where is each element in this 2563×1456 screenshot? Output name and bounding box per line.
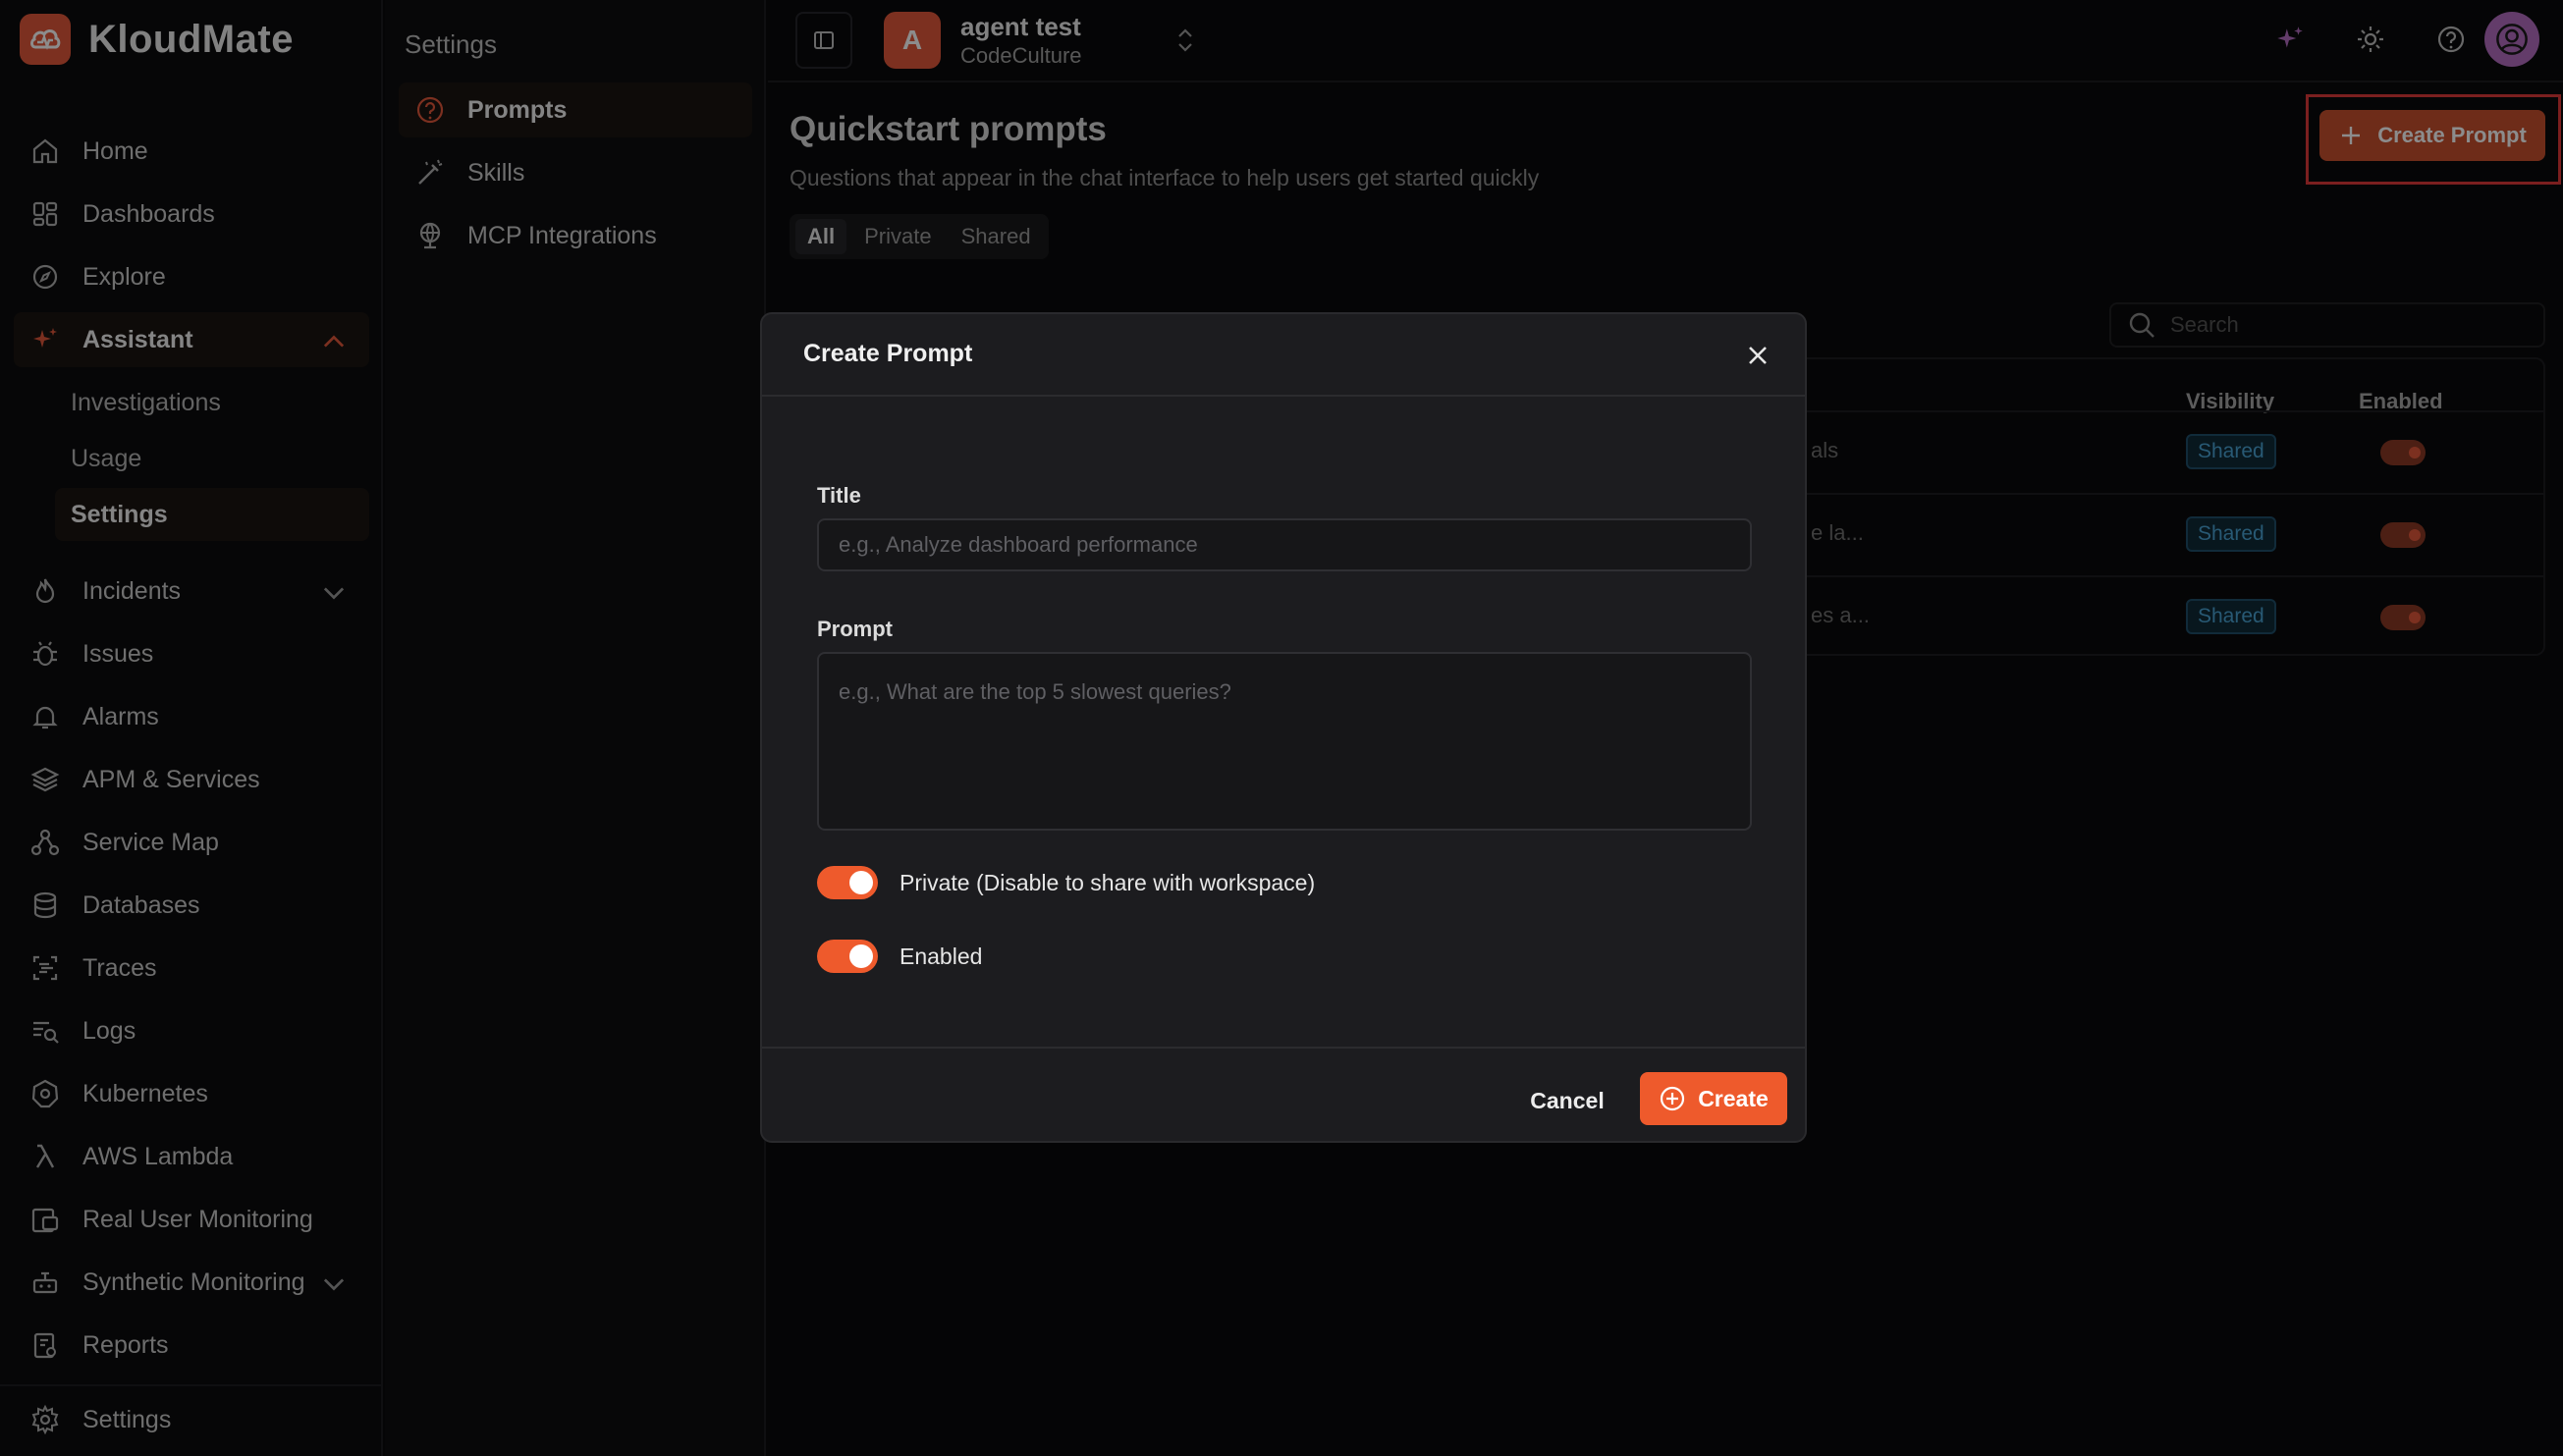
close-icon	[1749, 347, 1767, 364]
private-toggle-label: Private (Disable to share with workspace…	[900, 870, 1316, 895]
close-button[interactable]	[1740, 338, 1775, 373]
plus-circle-icon	[1661, 1086, 1685, 1111]
title-input[interactable]	[817, 518, 1752, 571]
title-label: Title	[817, 483, 861, 508]
modal-title: Create Prompt	[803, 340, 973, 367]
enabled-toggle[interactable]	[817, 940, 878, 973]
enabled-toggle-label: Enabled	[900, 944, 983, 969]
private-toggle[interactable]	[817, 866, 878, 899]
create-button-label: Create	[1698, 1085, 1769, 1111]
create-button[interactable]: Create	[1640, 1072, 1787, 1125]
modal-footer-divider	[762, 1047, 1805, 1049]
cancel-button[interactable]: Cancel	[1518, 1074, 1616, 1127]
create-prompt-modal: Create Prompt Title Prompt Private (Disa…	[760, 312, 1807, 1143]
prompt-label: Prompt	[817, 617, 893, 641]
modal-header: Create Prompt	[762, 314, 1805, 397]
prompt-textarea[interactable]	[817, 652, 1752, 831]
